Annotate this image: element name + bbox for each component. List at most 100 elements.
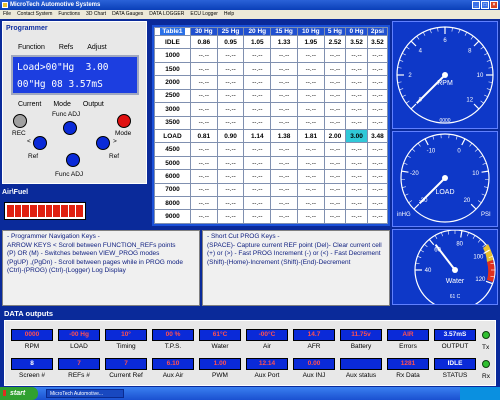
table-cell[interactable]: --.-- (243, 142, 272, 157)
table-cell[interactable]: --.-- (189, 182, 218, 198)
table-cell[interactable]: 1.38 (270, 128, 298, 144)
table-cell[interactable]: --.-- (296, 182, 325, 198)
table-cell[interactable]: --.-- (243, 102, 272, 117)
table-cell[interactable]: --.-- (243, 61, 272, 77)
table-cell[interactable]: --.-- (323, 75, 347, 90)
table-cell[interactable]: --.-- (323, 142, 347, 157)
table-cell[interactable]: --.-- (243, 155, 272, 171)
table-cell[interactable]: --.-- (296, 102, 325, 117)
table-cell[interactable]: --.-- (296, 196, 325, 211)
table-cell[interactable]: --.-- (345, 102, 368, 117)
table-cell[interactable]: --.-- (243, 115, 272, 130)
menu-file[interactable]: File (3, 10, 11, 19)
table-cell[interactable]: --.-- (323, 61, 347, 77)
table-cell[interactable]: --.-- (216, 182, 245, 198)
menu-help[interactable]: Help (224, 10, 234, 19)
table-cell[interactable]: --.-- (366, 102, 388, 117)
right-button[interactable] (96, 136, 110, 150)
table-cell[interactable]: --.-- (270, 75, 298, 90)
table-cell[interactable]: --.-- (216, 75, 245, 90)
table-cell[interactable]: --.-- (189, 88, 218, 104)
table-cell[interactable]: --.-- (270, 88, 298, 104)
down-button[interactable] (66, 153, 80, 167)
table-cell[interactable]: --.-- (296, 142, 325, 157)
table-cell[interactable]: --.-- (216, 155, 245, 171)
table-cell[interactable]: --.-- (189, 196, 218, 211)
table-cell[interactable]: --.-- (189, 75, 218, 90)
table-cell[interactable]: --.-- (345, 155, 368, 171)
table-cell[interactable]: --.-- (189, 61, 218, 77)
table-cell[interactable]: 3.48 (366, 128, 388, 144)
table-cell[interactable]: --.-- (243, 182, 272, 198)
table-cell[interactable]: 0.90 (216, 128, 245, 144)
table-cell[interactable]: --.-- (270, 115, 298, 130)
table-cell[interactable]: 2.00 (323, 128, 347, 144)
menu-data-logger[interactable]: DATA LOGGER (149, 10, 184, 19)
table-cell[interactable]: 1.95 (296, 34, 325, 50)
table-cell[interactable]: --.-- (189, 169, 218, 184)
menu-contact-system[interactable]: Contact System (17, 10, 52, 19)
table-cell[interactable]: 3.52 (366, 34, 388, 50)
table-cell[interactable]: 1.33 (270, 34, 298, 50)
table-cell[interactable]: --.-- (323, 102, 347, 117)
table-cell[interactable]: --.-- (296, 48, 325, 63)
table-cell[interactable]: --.-- (189, 115, 218, 130)
table-cell[interactable]: --.-- (216, 102, 245, 117)
minimize-button[interactable]: _ (472, 1, 480, 9)
table-cell[interactable]: 0.81 (189, 128, 218, 144)
table-cell[interactable]: --.-- (366, 115, 388, 130)
table-cell[interactable]: --.-- (296, 155, 325, 171)
rec-button[interactable] (13, 114, 27, 128)
table-cell[interactable]: --.-- (366, 182, 388, 198)
table-cell[interactable]: --.-- (216, 142, 245, 157)
up-button[interactable] (63, 121, 77, 135)
table-cell[interactable]: --.-- (216, 48, 245, 63)
table-cell[interactable]: --.-- (216, 115, 245, 130)
table-cell[interactable]: --.-- (323, 209, 347, 224)
table-cell[interactable]: --.-- (345, 196, 368, 211)
menu-data-gauges[interactable]: DATA Gauges (112, 10, 143, 19)
menu-3d-chart[interactable]: 3D Chart (86, 10, 106, 19)
table-cell[interactable]: 2.52 (323, 34, 347, 50)
table-cell[interactable]: --.-- (216, 88, 245, 104)
table-cell[interactable]: --.-- (243, 196, 272, 211)
table-cell[interactable]: --.-- (296, 75, 325, 90)
table-cell[interactable]: --.-- (216, 209, 245, 224)
table-cell[interactable]: --.-- (296, 169, 325, 184)
table-cell[interactable]: --.-- (323, 115, 347, 130)
table-cell[interactable]: --.-- (216, 169, 245, 184)
table-cell[interactable]: --.-- (366, 88, 388, 104)
table-cell[interactable]: --.-- (270, 142, 298, 157)
taskbar-app-button[interactable]: MicroTech Automotive... (46, 389, 124, 398)
table-cell[interactable]: --.-- (270, 169, 298, 184)
menu-ecu-logger[interactable]: ECU Logger (190, 10, 218, 19)
table-cell[interactable]: --.-- (323, 169, 347, 184)
table-cell[interactable]: --.-- (243, 209, 272, 224)
table-cell[interactable]: --.-- (243, 75, 272, 90)
table-cell[interactable]: 1.14 (243, 128, 272, 144)
table-cell[interactable]: --.-- (366, 196, 388, 211)
table-cell[interactable]: --.-- (345, 182, 368, 198)
table-cell[interactable]: --.-- (345, 88, 368, 104)
table-cell[interactable]: --.-- (345, 115, 368, 130)
table-cell[interactable]: --.-- (243, 169, 272, 184)
table-cell[interactable]: --.-- (366, 48, 388, 63)
table-cell[interactable]: --.-- (366, 155, 388, 171)
start-button[interactable]: start (0, 387, 38, 400)
table-cell[interactable]: --.-- (189, 209, 218, 224)
mode-button[interactable] (117, 114, 131, 128)
table-cell[interactable]: 1.05 (243, 34, 272, 50)
table-cell[interactable]: --.-- (296, 209, 325, 224)
table-cell[interactable]: --.-- (270, 182, 298, 198)
maximize-button[interactable]: □ (481, 1, 489, 9)
table-cell[interactable]: --.-- (323, 155, 347, 171)
table-cell[interactable]: --.-- (189, 142, 218, 157)
table-cell[interactable]: --.-- (345, 209, 368, 224)
table-cell[interactable]: --.-- (345, 142, 368, 157)
table-cell[interactable]: --.-- (345, 169, 368, 184)
table-cell[interactable]: --.-- (323, 88, 347, 104)
table-cell[interactable]: --.-- (366, 142, 388, 157)
table-cell[interactable]: --.-- (296, 88, 325, 104)
table-cell[interactable]: --.-- (323, 182, 347, 198)
table-cell[interactable]: --.-- (296, 61, 325, 77)
